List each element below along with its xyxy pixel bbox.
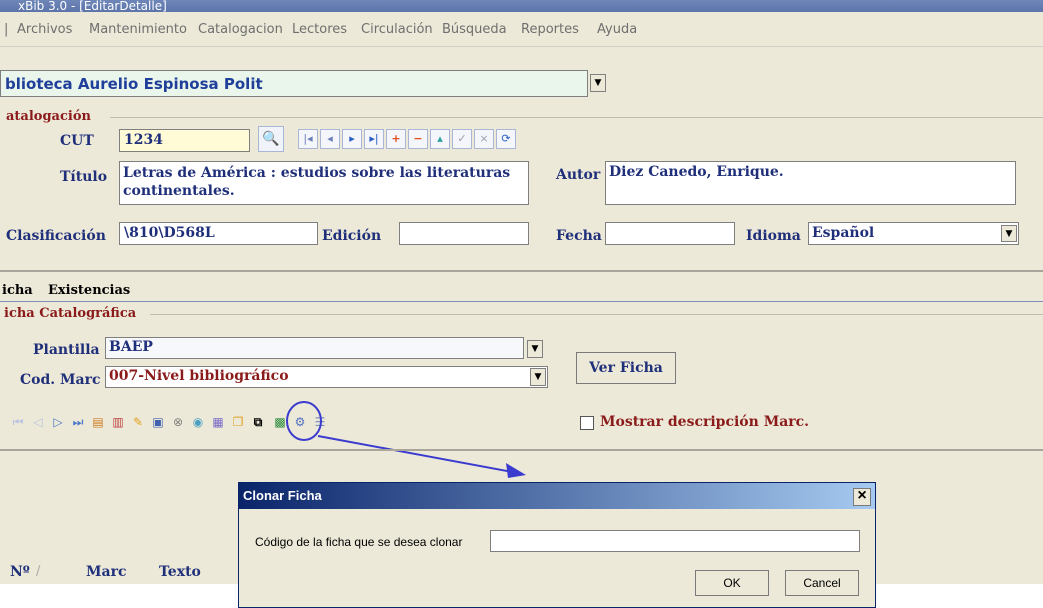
annotation-arrow-line [317, 435, 519, 474]
col-marc[interactable]: Marc [86, 564, 126, 580]
mostrar-descripcion-checkbox[interactable] [580, 416, 594, 430]
dialog-prompt: Código de la ficha que se desea clonar [255, 535, 463, 549]
col-no[interactable]: Nº [10, 564, 30, 580]
dialog-title: Clonar Ficha [239, 483, 875, 509]
col-texto[interactable]: Texto [159, 564, 201, 580]
annotation-circle [286, 401, 322, 441]
sort-icon: / [36, 564, 41, 579]
annotation-arrow-head [506, 463, 526, 478]
cancel-button[interactable]: Cancel [785, 570, 859, 596]
clonar-ficha-dialog: Clonar Ficha × Código de la ficha que se… [238, 482, 876, 608]
grid-divider [0, 449, 1043, 451]
ok-button[interactable]: OK [695, 570, 769, 596]
mostrar-descripcion-label[interactable]: Mostrar descripción Marc. [600, 414, 809, 430]
close-icon[interactable]: × [853, 488, 871, 506]
clone-code-input[interactable] [490, 530, 860, 552]
